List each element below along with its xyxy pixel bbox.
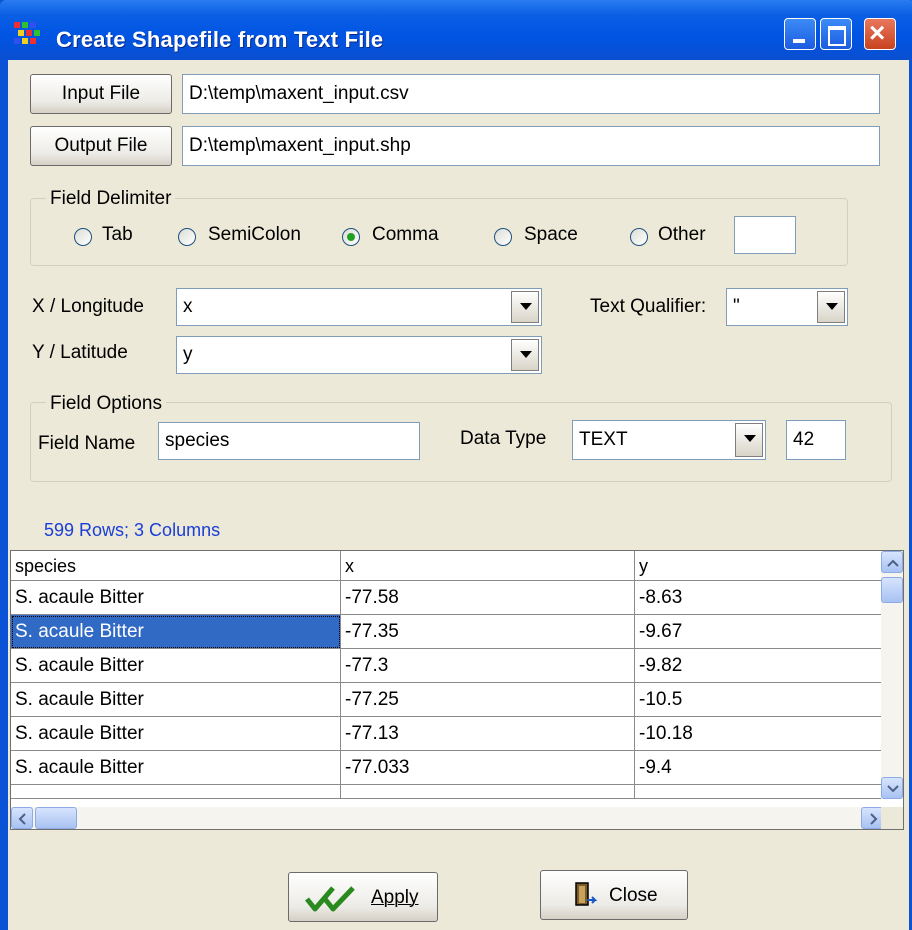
field-length-input[interactable]: 42 [786, 420, 846, 460]
scroll-left-button[interactable] [11, 807, 33, 829]
input-file-button[interactable]: Input File [30, 74, 172, 114]
table-cell[interactable]: -77.35 [341, 615, 635, 649]
radio-other-label[interactable]: Other [658, 224, 706, 246]
double-check-icon [305, 886, 355, 912]
field-name-input[interactable]: species [158, 422, 420, 460]
input-file-field[interactable]: D:\temp\maxent_input.csv [182, 74, 880, 114]
table-cell[interactable]: -77.13 [341, 717, 635, 751]
table-cell[interactable]: -8.63 [635, 581, 883, 615]
radio-semicolon[interactable] [178, 228, 196, 246]
radio-comma[interactable] [342, 228, 360, 246]
scrollbar-corner [881, 807, 903, 829]
text-qualifier-combo[interactable]: " [726, 288, 848, 326]
field-name-label: Field Name [38, 433, 136, 454]
y-latitude-value: y [183, 344, 193, 365]
table-cell[interactable]: -9.4 [635, 751, 883, 785]
table-cell[interactable]: -10.18 [635, 717, 883, 751]
table-cell[interactable]: -77.033 [341, 751, 635, 785]
table-cell[interactable]: S. acaule Bitter [11, 751, 341, 785]
chevron-right-icon [870, 813, 878, 825]
table-cell[interactable]: -77.25 [341, 683, 635, 717]
app-icon [14, 22, 44, 48]
window-title: Create Shapefile from Text File [56, 27, 384, 52]
table-row-partial [11, 785, 341, 799]
text-qualifier-label: Text Qualifier: [590, 296, 707, 317]
column-header-x[interactable]: x [341, 551, 635, 581]
text-qualifier-value: " [733, 296, 740, 317]
table-cell[interactable]: S. acaule Bitter [11, 717, 341, 751]
radio-space[interactable] [494, 228, 512, 246]
radio-other[interactable] [630, 228, 648, 246]
close-button-label: Close [609, 885, 658, 906]
column-header-species[interactable]: species [11, 551, 341, 581]
title-bar[interactable]: Create Shapefile from Text File × [0, 0, 912, 60]
minimize-button[interactable] [784, 18, 816, 50]
horizontal-scrollbar[interactable] [11, 807, 883, 829]
close-button[interactable]: Close [540, 870, 688, 920]
data-type-label: Data Type [460, 428, 547, 449]
chevron-down-icon [887, 785, 899, 793]
scroll-up-button[interactable] [881, 551, 903, 573]
table-cell[interactable]: S. acaule Bitter [11, 683, 341, 717]
horizontal-scroll-thumb[interactable] [35, 807, 77, 829]
chevron-down-icon[interactable] [817, 291, 845, 323]
radio-tab[interactable] [74, 228, 92, 246]
scroll-right-button[interactable] [861, 807, 883, 829]
field-delimiter-legend: Field Delimiter [46, 188, 176, 210]
x-longitude-label: X / Longitude [32, 296, 144, 317]
column-header-y[interactable]: y [635, 551, 883, 581]
y-latitude-combo[interactable]: y [176, 336, 542, 374]
y-latitude-label: Y / Latitude [32, 342, 128, 363]
table-cell[interactable]: S. acaule Bitter [11, 649, 341, 683]
other-delimiter-input[interactable] [734, 216, 796, 254]
output-file-button[interactable]: Output File [30, 126, 172, 166]
chevron-down-icon[interactable] [511, 291, 539, 323]
close-x-icon: × [869, 17, 886, 48]
close-window-button[interactable]: × [864, 17, 896, 50]
output-file-field[interactable]: D:\temp\maxent_input.shp [182, 126, 880, 166]
table-cell[interactable]: -77.3 [341, 649, 635, 683]
maximize-button[interactable] [820, 18, 852, 50]
table-cell[interactable]: S. acaule Bitter [11, 581, 341, 615]
table-cell[interactable]: -77.58 [341, 581, 635, 615]
table-cell-selected[interactable]: S. acaule Bitter [11, 615, 341, 649]
chevron-up-icon [887, 559, 899, 567]
chevron-down-icon[interactable] [735, 423, 763, 457]
table-row-partial [341, 785, 635, 799]
chevron-left-icon [18, 813, 26, 825]
field-options-legend: Field Options [46, 393, 166, 415]
x-longitude-combo[interactable]: x [176, 288, 542, 326]
data-type-combo[interactable]: TEXT [572, 420, 766, 460]
data-grid[interactable]: species x y S. acaule Bitter -77.58 -8.6… [10, 550, 904, 830]
apply-button[interactable]: Apply [288, 872, 438, 922]
table-row-partial [635, 785, 883, 799]
apply-button-label: Apply [371, 887, 419, 908]
scroll-down-button[interactable] [881, 777, 903, 799]
table-cell[interactable]: -9.82 [635, 649, 883, 683]
radio-semicolon-label[interactable]: SemiColon [208, 224, 301, 246]
table-cell[interactable]: -9.67 [635, 615, 883, 649]
radio-tab-label[interactable]: Tab [102, 224, 133, 246]
radio-comma-label[interactable]: Comma [372, 224, 439, 246]
vertical-scroll-thumb[interactable] [881, 577, 903, 603]
vertical-scrollbar[interactable] [881, 551, 903, 799]
chevron-down-icon[interactable] [511, 339, 539, 371]
table-cell[interactable]: -10.5 [635, 683, 883, 717]
row-column-summary: 599 Rows; 3 Columns [44, 520, 221, 540]
data-type-value: TEXT [579, 429, 628, 450]
radio-space-label[interactable]: Space [524, 224, 578, 246]
exit-door-icon [575, 882, 598, 906]
x-longitude-value: x [183, 296, 193, 317]
